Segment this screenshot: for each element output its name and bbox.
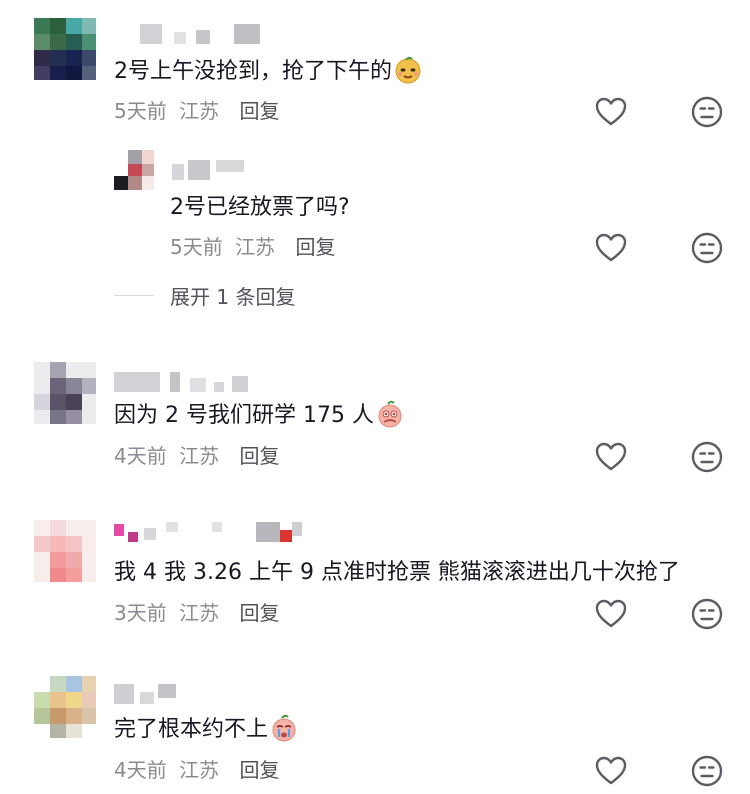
avatar[interactable]: [34, 676, 96, 738]
username-blurred[interactable]: [140, 24, 270, 44]
comment-text: 完了根本约不上: [114, 714, 298, 745]
comment-text: 2号已经放票了吗?: [170, 195, 350, 220]
expand-replies-label: 展开 1 条回复: [170, 285, 296, 309]
reply-button[interactable]: 回复: [239, 99, 279, 123]
heart-icon[interactable]: [594, 95, 628, 129]
comment-location: 江苏: [179, 99, 220, 123]
comment-meta: 4天前 江苏 回复: [114, 443, 279, 469]
username-blurred[interactable]: [172, 160, 252, 180]
heart-icon[interactable]: [594, 597, 628, 631]
comment-location: 江苏: [179, 601, 220, 625]
expand-replies[interactable]: 展开 1 条回复: [114, 281, 295, 310]
username-blurred[interactable]: [114, 684, 184, 704]
meh-face-icon[interactable]: [690, 231, 724, 265]
sob-emoji-icon: [270, 714, 298, 742]
divider: [114, 295, 154, 296]
meh-face-icon[interactable]: [690, 440, 724, 474]
comment-time: 5天前: [170, 235, 223, 259]
avatar[interactable]: [34, 18, 96, 80]
comment-time: 4天前: [114, 758, 167, 782]
comment-location: 江苏: [179, 758, 220, 782]
comment-time: 5天前: [114, 99, 167, 123]
username-blurred[interactable]: [114, 372, 254, 392]
comment-location: 江苏: [179, 444, 220, 468]
heart-icon[interactable]: [594, 754, 628, 788]
heart-icon[interactable]: [594, 231, 628, 265]
crying-emoji-icon: [376, 400, 404, 428]
reply-button[interactable]: 回复: [239, 758, 279, 782]
heart-icon[interactable]: [594, 440, 628, 474]
comment-time: 4天前: [114, 444, 167, 468]
comment-meta: 3天前 江苏 回复: [114, 600, 279, 626]
comment-time: 3天前: [114, 601, 167, 625]
comment-meta: 5天前 江苏 回复: [114, 98, 279, 124]
smirk-emoji-icon: [394, 56, 422, 84]
meh-face-icon[interactable]: [690, 95, 724, 129]
comment-text: 2号上午没抢到，抢了下午的: [114, 56, 422, 87]
reply-button[interactable]: 回复: [295, 235, 335, 259]
meh-face-icon[interactable]: [690, 754, 724, 788]
meh-face-icon[interactable]: [690, 597, 724, 631]
username-blurred[interactable]: [114, 522, 304, 542]
comment-meta: 4天前 江苏 回复: [114, 757, 279, 783]
avatar[interactable]: [114, 150, 154, 190]
comment-meta: 5天前 江苏 回复: [170, 234, 335, 260]
comment-location: 江苏: [235, 235, 276, 259]
avatar[interactable]: [34, 520, 96, 582]
reply-button[interactable]: 回复: [239, 601, 279, 625]
comment-text: 我 4 我 3.26 上午 9 点准时抢票 熊猫滚滚进出几十次抢了: [114, 560, 680, 585]
comment-text: 因为 2 号我们研学 175 人: [114, 400, 404, 431]
avatar[interactable]: [34, 362, 96, 424]
reply-button[interactable]: 回复: [239, 444, 279, 468]
